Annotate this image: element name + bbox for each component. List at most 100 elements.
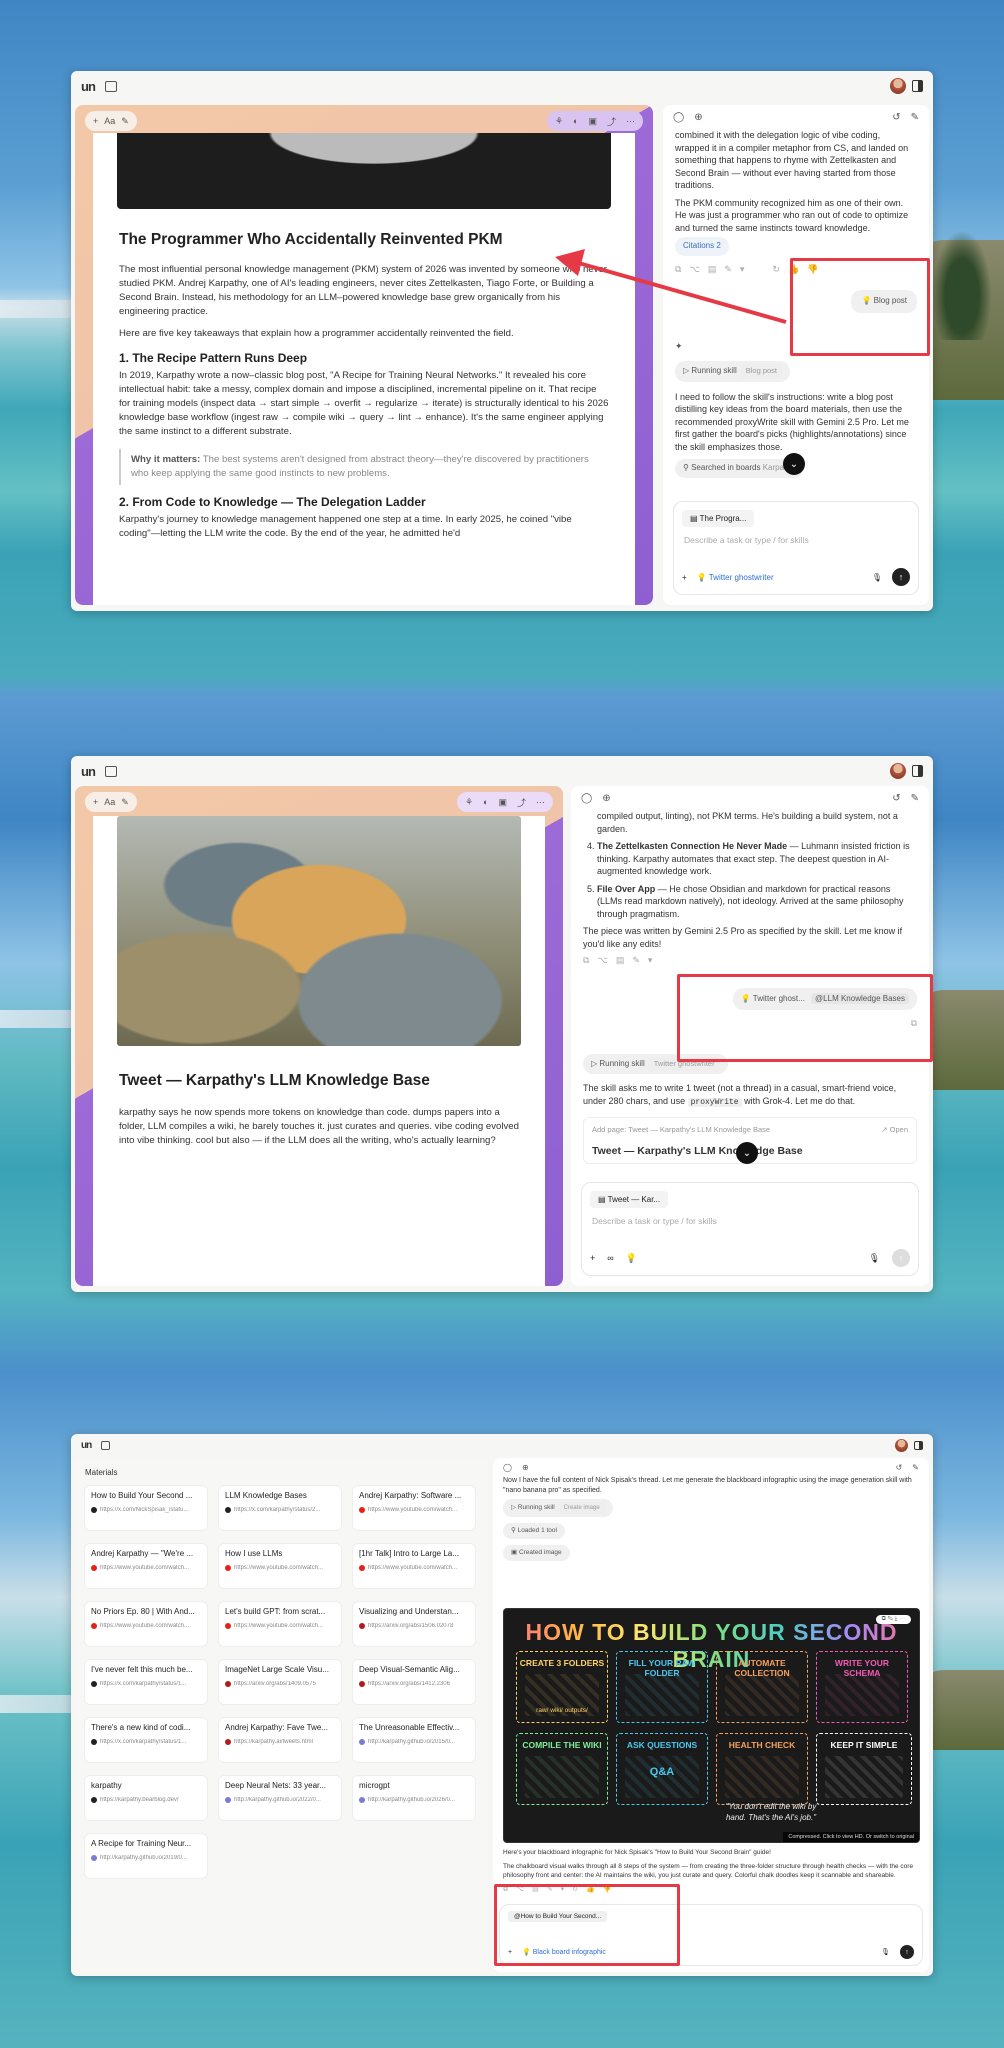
add-button[interactable]: +	[93, 797, 98, 807]
material-title: A Recipe for Training Neur...	[91, 1839, 192, 1848]
infographic-step: ASK QUESTIONS Q&A	[616, 1733, 708, 1805]
task-input[interactable]: Describe a task or type / for skills	[582, 1216, 918, 1226]
material-url: https://arxiv.org/abs/1409.0575	[234, 1681, 316, 1687]
material-title: How to Build Your Second ...	[91, 1491, 193, 1500]
header-artwork-image	[117, 816, 521, 1046]
sidebar-toggle-icon[interactable]	[104, 765, 117, 777]
attachment-chip[interactable]: ▤ Tweet — Kar...	[590, 1191, 669, 1208]
branch-icon[interactable]: ⌥	[597, 954, 607, 967]
pen-icon[interactable]: ✎	[121, 797, 129, 808]
infographic-step: COMPILE THE WIKI	[516, 1733, 608, 1805]
palette-icon[interactable]: ◐	[483, 797, 488, 807]
assistant-message: The skill asks me to write 1 tweet (not …	[583, 1082, 917, 1109]
add-chat-icon[interactable]: ⊕	[522, 1463, 529, 1472]
scroll-down-button[interactable]: ⌄	[736, 1142, 758, 1164]
generated-infographic-image[interactable]: HOW TO BUILD YOUR SECOND BRAIN CREATE 3 …	[503, 1608, 920, 1843]
material-card[interactable]: Andrej Karpathy — "We're ... https://www.…	[85, 1544, 207, 1588]
material-card[interactable]: karpathy https://karpathy.bearblog.dev/	[85, 1776, 207, 1820]
assistant-message: The piece was written by Gemini 2.5 Pro …	[583, 926, 903, 949]
add-chat-icon[interactable]: ⊕	[602, 793, 610, 804]
add-button[interactable]: +	[590, 1253, 595, 1263]
chat-icon[interactable]: ◯	[581, 793, 592, 804]
mic-icon[interactable]: 🎙	[881, 1948, 890, 1956]
sidebar-toggle-icon[interactable]	[101, 1440, 111, 1450]
chat-header: ◯ ⊕ ↺ ✎	[493, 1458, 929, 1476]
source-icon	[359, 1681, 365, 1687]
source-icon	[225, 1739, 231, 1745]
text-style-button[interactable]: Aa	[104, 797, 115, 807]
material-title: LLM Knowledge Bases	[225, 1491, 307, 1500]
skill-icon[interactable]: 💡	[626, 1253, 637, 1264]
step-doodle	[825, 1674, 899, 1716]
source-icon	[91, 1507, 97, 1513]
material-card[interactable]: Let's build GPT: from scrat... https://ww…	[219, 1602, 341, 1646]
material-card[interactable]: Andrej Karpathy: Software ... https://www…	[353, 1486, 475, 1530]
save-icon[interactable]: ▤	[616, 954, 625, 967]
chat-icon[interactable]: ◯	[503, 1463, 512, 1472]
image-actions[interactable]: ⧉ ✎ ⤓ ⋯	[875, 1615, 911, 1624]
more-icon[interactable]: ⋯	[536, 797, 545, 808]
open-link[interactable]: ↗ Open	[881, 1124, 908, 1137]
status-label: Running skill	[599, 1058, 645, 1068]
folder-labels: raw/ wiki/ outputs/	[536, 1707, 588, 1714]
chat-header: ◯ ⊕ ↺ ✎	[571, 786, 929, 810]
panel-toggle-icon[interactable]	[912, 765, 923, 777]
arrow-head	[555, 249, 585, 276]
material-card[interactable]: [1hr Talk] Intro to Large La... https://w…	[353, 1544, 475, 1588]
image-status: ▣ Created image	[503, 1545, 570, 1561]
material-card[interactable]: Deep Neural Nets: 33 year... http://karpa…	[219, 1776, 341, 1820]
source-icon	[91, 1797, 97, 1803]
material-card[interactable]: The Unreasonable Effectiv... http://karpa…	[353, 1718, 475, 1762]
panel-toggle-icon[interactable]	[914, 1440, 923, 1450]
material-card[interactable]: How to Build Your Second ... https://x.co…	[85, 1486, 207, 1530]
avatar[interactable]	[895, 1438, 908, 1452]
link-icon[interactable]: ∞	[607, 1253, 613, 1263]
material-url: https://www.youtube.com/watch...	[368, 1507, 458, 1513]
source-icon	[225, 1565, 231, 1571]
material-card[interactable]: A Recipe for Training Neur... http://karp…	[85, 1834, 207, 1878]
source-icon	[225, 1507, 231, 1513]
material-card[interactable]: I've never felt this much be... https://x…	[85, 1660, 207, 1704]
edit-icon[interactable]: ✎	[911, 793, 919, 804]
copy-icon[interactable]: ⧉	[583, 954, 589, 967]
material-card[interactable]: LLM Knowledge Bases https://x.com/karpath…	[219, 1486, 341, 1530]
assistant-message: compiled output, linting), not PKM terms…	[597, 811, 898, 834]
material-card[interactable]: How I use LLMs https://www.youtube.com/wa…	[219, 1544, 341, 1588]
material-url: https://x.com/karpathy/status/2...	[234, 1507, 321, 1513]
material-title: I've never felt this much be...	[91, 1665, 193, 1674]
title-bar: un	[71, 1434, 933, 1456]
material-title: ImageNet Large Scale Visu...	[225, 1665, 329, 1674]
history-icon[interactable]: ↺	[892, 793, 900, 804]
material-card[interactable]: There's a new kind of codi... https://x.c…	[85, 1718, 207, 1762]
source-icon	[225, 1681, 231, 1687]
material-url: https://karpathy.ai/tweets.html	[234, 1739, 313, 1745]
skill-tag: Create image	[558, 1502, 605, 1514]
material-card[interactable]: Andrej Karpathy: Fave Twe... https://karp…	[219, 1718, 341, 1762]
more-icon[interactable]: ▾	[648, 954, 653, 967]
material-title: [1hr Talk] Intro to Large La...	[359, 1549, 459, 1558]
material-card[interactable]: ImageNet Large Scale Visu... https://arxi…	[219, 1660, 341, 1704]
share-icon[interactable]: ⤴	[517, 796, 526, 809]
image-icon[interactable]: ▣	[498, 797, 507, 808]
step-doodle	[525, 1756, 599, 1798]
edit-icon[interactable]: ✎	[912, 1463, 919, 1472]
edit-icon[interactable]: ✎	[632, 954, 640, 967]
material-card[interactable]: Deep Visual-Semantic Alig... https://arxi…	[353, 1660, 475, 1704]
infographic-step: CREATE 3 FOLDERS raw/ wiki/ outputs/	[516, 1651, 608, 1723]
material-url: https://www.youtube.com/watch...	[100, 1623, 190, 1629]
material-url: https://x.com/karpathy/status/1...	[100, 1739, 187, 1745]
material-card[interactable]: Visualizing and Understan... https://arxi…	[353, 1602, 475, 1646]
list-number: 5.	[587, 883, 595, 894]
send-button[interactable]: ↑	[900, 1945, 914, 1959]
send-button[interactable]: ↑	[892, 1249, 910, 1267]
assistant-message: Now I have the full content of Nick Spis…	[503, 1477, 912, 1494]
material-card[interactable]: No Priors Ep. 80 | With And... https://ww…	[85, 1602, 207, 1646]
mic-icon[interactable]: 🎙	[869, 1253, 880, 1264]
history-icon[interactable]: ↺	[896, 1463, 903, 1472]
compressed-notice[interactable]: Compressed. Click to view HD. Or switch …	[783, 1832, 919, 1842]
source-icon	[359, 1623, 365, 1629]
material-card[interactable]: microgpt http://karpathy.github.io/2026/0…	[353, 1776, 475, 1820]
magic-icon[interactable]: ⚘	[465, 797, 473, 808]
source-icon	[359, 1507, 365, 1513]
avatar[interactable]	[890, 763, 906, 779]
